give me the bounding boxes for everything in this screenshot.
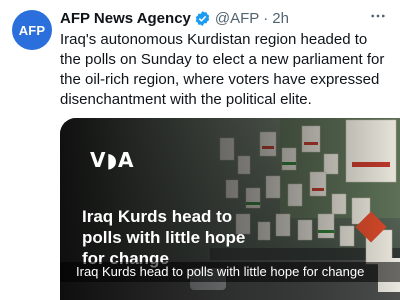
more-options-icon[interactable] (366, 4, 390, 28)
avatar[interactable]: AFP (12, 10, 52, 50)
post-header: AFP News Agency @AFP · 2h (60, 8, 388, 28)
author-handle[interactable]: @AFP (215, 10, 259, 27)
media-card[interactable]: V◗A Iraq Kurds head to polls with little… (60, 118, 400, 300)
voa-logo: V◗A (90, 148, 135, 172)
media-headline: Iraq Kurds head to polls with little hop… (82, 207, 246, 268)
media-caption: Iraq Kurds head to polls with little hop… (60, 262, 400, 282)
verified-badge-icon (195, 10, 210, 26)
post-time[interactable]: 2h (272, 10, 289, 27)
author-name[interactable]: AFP News Agency (60, 10, 191, 27)
post-text: Iraq's autonomous Kurdistan region heade… (60, 31, 385, 108)
header-separator: · (263, 9, 269, 27)
